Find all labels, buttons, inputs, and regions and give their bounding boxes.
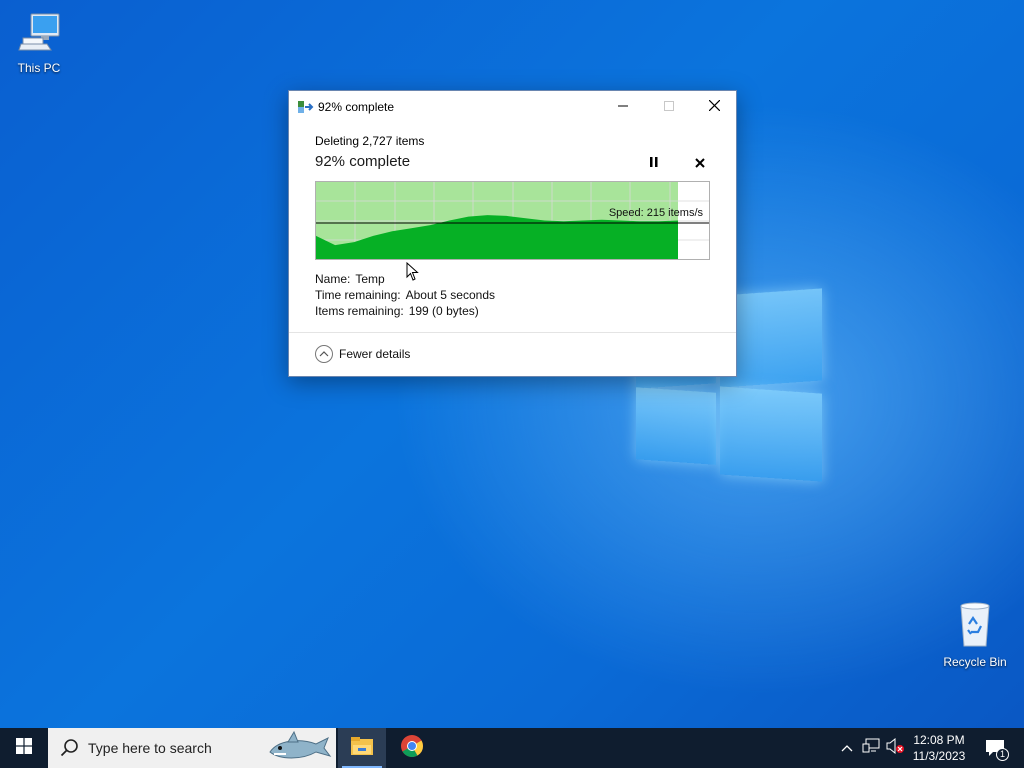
desktop-icon-this-pc[interactable]: This PC — [1, 10, 77, 75]
close-icon — [708, 98, 720, 114]
time-remaining-label: Time remaining: — [315, 288, 401, 302]
taskbar-search-box[interactable]: Type here to search — [48, 728, 336, 768]
taskbar-file-explorer[interactable] — [338, 728, 386, 768]
chevron-up-icon — [841, 739, 853, 757]
fewer-details-button[interactable]: Fewer details — [315, 345, 410, 363]
time-remaining-value: About 5 seconds — [405, 288, 495, 302]
items-remaining-row: Items remaining: 199 (0 bytes) — [315, 303, 495, 319]
network-button[interactable] — [860, 728, 882, 768]
minimize-button[interactable] — [600, 91, 646, 121]
maximize-icon — [664, 98, 674, 114]
close-button[interactable] — [691, 91, 737, 121]
clock-time: 12:08 PM — [913, 733, 965, 747]
speed-label: Speed: 215 items/s — [608, 207, 703, 219]
maximize-button — [646, 91, 692, 121]
windows-start-icon — [16, 737, 32, 759]
search-placeholder: Type here to search — [88, 740, 212, 756]
name-label: Name: — [315, 272, 351, 286]
name-row: Name: Temp — [315, 271, 495, 287]
network-icon — [862, 738, 880, 759]
computer-icon — [1, 10, 77, 57]
title-bar[interactable]: 92% complete — [289, 91, 736, 121]
name-value: Temp — [355, 272, 385, 286]
items-remaining-value: 199 (0 bytes) — [408, 304, 479, 318]
file-operation-icon — [298, 100, 314, 113]
desktop-icon-label: Recycle Bin — [943, 655, 1007, 669]
cancel-button[interactable] — [691, 154, 709, 172]
desktop-icon-label: This PC — [17, 61, 61, 75]
divider — [289, 332, 736, 333]
start-button[interactable] — [0, 728, 48, 768]
taskbar-clock[interactable]: 12:08 PM 11/3/2023 — [902, 732, 976, 764]
speed-graph: Speed: 215 items/s — [315, 181, 710, 260]
file-explorer-icon — [350, 736, 374, 761]
pause-button[interactable] — [645, 155, 663, 171]
recycle-bin-icon — [937, 602, 1013, 651]
items-remaining-label: Items remaining: — [315, 304, 404, 318]
delete-progress-dialog: 92% complete Deleting 2,727 items 92% co… — [288, 90, 737, 377]
window-title: 92% complete — [318, 100, 395, 114]
chevron-up-icon — [315, 345, 333, 363]
details-panel: Name: Temp Time remaining: About 5 seconds… — [315, 271, 495, 319]
speed-graph-canvas — [316, 182, 709, 259]
taskbar: Type here to search 12:08 PM 11/3/2023 1 — [0, 728, 1024, 768]
action-center-button[interactable]: 1 — [980, 728, 1010, 768]
time-remaining-row: Time remaining: About 5 seconds — [315, 287, 495, 303]
search-highlight-shark-icon — [266, 730, 332, 768]
minimize-icon — [618, 98, 628, 114]
taskbar-chrome[interactable] — [388, 728, 436, 768]
cancel-icon — [695, 155, 705, 172]
chrome-icon — [400, 734, 424, 763]
show-hidden-icons-button[interactable] — [838, 728, 856, 768]
pause-icon — [650, 154, 658, 172]
progress-heading: 92% complete — [315, 153, 411, 170]
desktop-icon-recycle-bin[interactable]: Recycle Bin — [937, 602, 1013, 669]
operation-summary: Deleting 2,727 items — [315, 134, 425, 148]
search-icon — [60, 738, 80, 758]
fewer-details-label: Fewer details — [339, 347, 411, 361]
clock-date: 11/3/2023 — [912, 749, 966, 763]
notification-count-badge: 1 — [996, 748, 1009, 761]
mouse-cursor-icon — [406, 261, 420, 287]
notification-icon: 1 — [985, 739, 1009, 761]
